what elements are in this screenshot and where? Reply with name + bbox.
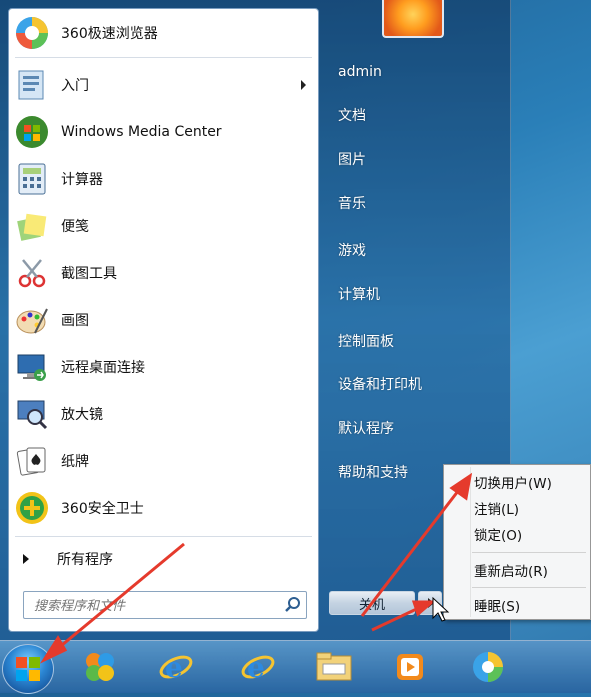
app-label: 画图 <box>61 313 89 329</box>
pinwheel-app-icon[interactable] <box>78 645 122 689</box>
link-label: 游戏 <box>338 243 366 259</box>
menu-item-restart[interactable]: 重新启动(R) <box>474 558 548 582</box>
pinned-app-media-center[interactable]: Windows Media Center <box>11 110 316 154</box>
paint-icon <box>13 301 51 339</box>
app-label: 计算器 <box>61 172 103 188</box>
ie-icon[interactable]: e <box>236 645 280 689</box>
snipping-tool-icon <box>13 254 51 292</box>
security-360-icon <box>13 489 51 527</box>
sticky-notes-icon <box>13 207 51 245</box>
chevron-right-icon <box>301 80 306 90</box>
link-label: 帮助和支持 <box>338 465 408 481</box>
start-menu: 360极速浏览器 入门 Windows Media Center 计算器 便笺 … <box>0 0 511 640</box>
chevron-right-icon <box>428 598 434 608</box>
pinned-app-calculator[interactable]: 计算器 <box>11 157 316 201</box>
right-link-games[interactable]: 游戏 <box>330 232 500 268</box>
app-label: 便笺 <box>61 219 89 235</box>
programs-pane: 360极速浏览器 入门 Windows Media Center 计算器 便笺 … <box>8 8 319 632</box>
getting-started-icon <box>13 66 51 104</box>
link-label: 控制面板 <box>338 334 394 350</box>
taskbar: e e <box>0 640 591 693</box>
app-label: 360极速浏览器 <box>61 26 158 42</box>
link-label: 设备和打印机 <box>338 377 422 393</box>
app-label: Windows Media Center <box>61 124 222 140</box>
remote-desktop-icon <box>13 348 51 386</box>
app-label: 截图工具 <box>61 266 117 282</box>
solitaire-icon <box>13 442 51 480</box>
right-link-user[interactable]: admin <box>330 54 500 90</box>
pinned-app-snipping-tool[interactable]: 截图工具 <box>11 251 316 295</box>
shutdown-context-menu: 切换用户(W) 注销(L) 锁定(O) 重新启动(R) 睡眠(S) <box>443 464 591 620</box>
right-link-devices-printers[interactable]: 设备和打印机 <box>330 366 500 402</box>
media-center-icon <box>13 113 51 151</box>
browser-360-icon <box>13 14 51 52</box>
right-link-pictures[interactable]: 图片 <box>330 141 500 177</box>
link-label: 图片 <box>338 152 366 168</box>
media-player-icon[interactable] <box>388 645 432 689</box>
pinned-app-solitaire[interactable]: 纸牌 <box>11 439 316 483</box>
menu-item-logoff[interactable]: 注销(L) <box>474 496 519 520</box>
link-label: 音乐 <box>338 196 366 212</box>
right-link-control-panel[interactable]: 控制面板 <box>330 323 500 359</box>
right-link-computer[interactable]: 计算机 <box>330 276 500 312</box>
app-label: 入门 <box>61 78 89 94</box>
menu-divider <box>472 587 586 588</box>
chevron-right-icon <box>23 554 29 564</box>
app-label: 纸牌 <box>61 454 89 470</box>
menu-divider <box>472 552 586 553</box>
link-label: 文档 <box>338 108 366 124</box>
menu-item-sleep[interactable]: 睡眠(S) <box>474 593 520 617</box>
pinned-app-360-browser[interactable]: 360极速浏览器 <box>11 11 316 55</box>
right-link-documents[interactable]: 文档 <box>330 97 500 133</box>
svg-text:e: e <box>165 651 183 684</box>
app-label: 360安全卫士 <box>61 501 144 517</box>
svg-text:e: e <box>247 651 265 684</box>
ie-icon[interactable]: e <box>154 645 198 689</box>
pinned-app-remote-desktop[interactable]: 远程桌面连接 <box>11 345 316 389</box>
all-programs-button[interactable]: 所有程序 <box>17 544 307 574</box>
link-label: admin <box>338 64 382 80</box>
user-picture[interactable] <box>382 0 444 38</box>
divider <box>15 57 312 58</box>
pinned-app-sticky-notes[interactable]: 便笺 <box>11 204 316 248</box>
pinned-app-magnifier[interactable]: 放大镜 <box>11 392 316 436</box>
start-orb-icon[interactable] <box>2 644 54 694</box>
all-programs-label: 所有程序 <box>57 552 113 568</box>
search-icon[interactable] <box>284 596 302 614</box>
calculator-icon <box>13 160 51 198</box>
search-input[interactable] <box>32 596 276 616</box>
menu-item-switch-user[interactable]: 切换用户(W) <box>474 470 552 494</box>
magnifier-icon <box>13 395 51 433</box>
divider <box>15 536 312 537</box>
shutdown-label: 关机 <box>358 597 385 613</box>
shutdown-options-button[interactable] <box>418 591 442 615</box>
file-explorer-icon[interactable] <box>312 645 356 689</box>
pinned-app-getting-started[interactable]: 入门 <box>11 63 316 107</box>
shutdown-button[interactable]: 关机 <box>329 591 415 615</box>
pinned-app-paint[interactable]: 画图 <box>11 298 316 342</box>
browser-360-icon[interactable] <box>466 645 510 689</box>
app-label: 放大镜 <box>61 407 103 423</box>
right-link-music[interactable]: 音乐 <box>330 185 500 221</box>
right-link-default-programs[interactable]: 默认程序 <box>330 410 500 446</box>
pinned-app-360-security[interactable]: 360安全卫士 <box>11 486 316 530</box>
link-label: 默认程序 <box>338 421 394 437</box>
search-box[interactable] <box>23 591 307 619</box>
menu-item-lock[interactable]: 锁定(O) <box>474 522 522 546</box>
menu-gutter <box>470 467 471 617</box>
link-label: 计算机 <box>338 287 380 303</box>
app-label: 远程桌面连接 <box>61 360 145 376</box>
